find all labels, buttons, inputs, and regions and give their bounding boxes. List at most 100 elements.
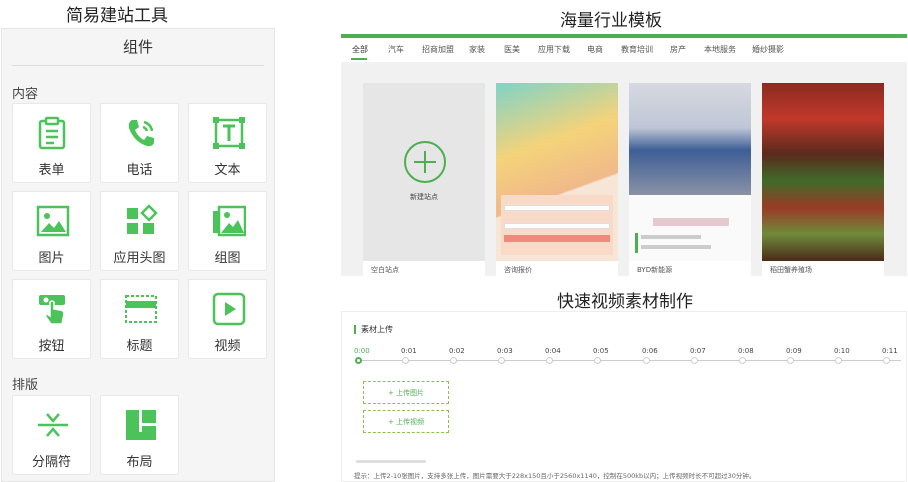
new-site-label: 新建站点 (410, 193, 438, 201)
section-content-label: 内容 (12, 87, 39, 102)
section-layout-label: 排版 (12, 378, 39, 393)
timeline-tick: 0:05 (593, 347, 609, 355)
template-card-byd[interactable]: BYD新能源 (629, 83, 751, 279)
template-card-blank[interactable]: 新建站点 空白站点 (363, 83, 485, 279)
upload-video-button[interactable]: + 上传视频 (363, 410, 449, 433)
clipboard-icon (38, 116, 66, 150)
heading-site-builder: 简易建站工具 (66, 6, 168, 26)
tab-home-decor[interactable]: 家装 (469, 44, 485, 55)
timeline-marker[interactable] (450, 357, 457, 364)
tab-ecommerce[interactable]: 电商 (587, 44, 603, 55)
component-title[interactable]: 标题 (100, 279, 179, 359)
tab-auto[interactable]: 汽车 (388, 44, 404, 55)
video-material-panel: 素材上传 0:00 0:01 0:02 0:03 0:04 0:05 0:06 … (341, 311, 907, 482)
tab-app-download[interactable]: 应用下载 (538, 44, 570, 55)
timeline-tick: 0:11 (882, 347, 898, 355)
gallery-icon (213, 205, 246, 237)
component-app-header[interactable]: 应用头图 (100, 191, 179, 271)
upload-hint-text: 提示：上传2-10张图片，支持多张上传，图片需要大于228x150且小于2560… (354, 472, 756, 480)
title-icon (125, 295, 157, 323)
component-label: 布局 (126, 455, 153, 470)
component-label: 文本 (214, 163, 241, 178)
template-thumbnail (762, 83, 884, 261)
component-layout[interactable]: 布局 (100, 395, 179, 475)
component-label: 标题 (126, 339, 153, 354)
template-thumbnail (496, 83, 618, 261)
active-tab-indicator (351, 58, 367, 60)
component-label: 电话 (126, 163, 153, 178)
blank-template-area[interactable]: 新建站点 (363, 83, 485, 261)
timeline-marker[interactable] (739, 357, 746, 364)
timeline-tick: 0:02 (449, 347, 465, 355)
timeline-tick: 0:06 (642, 347, 658, 355)
layout-icon (126, 410, 156, 440)
component-image[interactable]: 图片 (12, 191, 91, 271)
video-icon (212, 292, 246, 326)
component-button[interactable]: 按钮 (12, 279, 91, 359)
component-label: 组图 (214, 251, 241, 266)
template-gallery: 全部 汽车 招商加盟 家装 医美 应用下载 电商 教育培训 房产 本地服务 婚纱… (341, 34, 907, 279)
timeline-marker[interactable] (691, 357, 698, 364)
plus-circle-icon (404, 141, 446, 183)
timeline-marker[interactable] (787, 357, 794, 364)
tab-local-services[interactable]: 本地服务 (704, 44, 736, 55)
template-caption: 稻田蟹养殖场 (770, 266, 812, 274)
separator-icon (38, 413, 68, 437)
phone-icon (128, 120, 154, 147)
timeline-marker[interactable] (835, 357, 842, 364)
component-phone[interactable]: 电话 (100, 103, 179, 183)
component-label: 应用头图 (113, 251, 166, 266)
tab-wedding-photo[interactable]: 婚纱摄影 (752, 44, 784, 55)
app-grid-icon (127, 204, 158, 234)
component-panel: 组件 内容 表单 电话 文本 图片 应用头图 组图 按钮 标题 视频 排版 分隔… (1, 28, 275, 482)
timeline-track[interactable] (356, 360, 901, 361)
tab-real-estate[interactable]: 房产 (670, 44, 686, 55)
component-separator[interactable]: 分隔符 (12, 395, 91, 475)
material-upload-title: 素材上传 (354, 325, 393, 334)
tab-all[interactable]: 全部 (352, 44, 368, 55)
timeline-tick: 0:00 (354, 347, 370, 355)
component-label: 按钮 (38, 339, 65, 354)
timeline-tick: 0:10 (834, 347, 850, 355)
timeline-marker[interactable] (546, 357, 553, 364)
heading-video: 快速视频素材制作 (557, 292, 693, 312)
upload-image-button[interactable]: + 上传图片 (363, 381, 449, 404)
image-icon (36, 205, 70, 237)
component-label: 分隔符 (31, 455, 71, 470)
template-caption: 咨询报价 (504, 266, 532, 274)
horizontal-scrollbar[interactable] (356, 460, 426, 463)
timeline-marker[interactable] (883, 357, 890, 364)
timeline-marker[interactable] (594, 357, 601, 364)
component-label: 视频 (214, 339, 241, 354)
text-icon (213, 117, 245, 149)
form-preview (501, 195, 613, 255)
timeline-playhead[interactable] (355, 357, 362, 364)
timeline-tick: 0:03 (497, 347, 513, 355)
component-text[interactable]: 文本 (188, 103, 267, 183)
timeline-tick: 0:09 (786, 347, 802, 355)
template-thumbnail (629, 83, 751, 261)
component-panel-title: 组件 (12, 29, 264, 66)
template-card-quote[interactable]: 咨询报价 (496, 83, 618, 279)
timeline-tick: 0:01 (401, 347, 417, 355)
timeline-marker[interactable] (643, 357, 650, 364)
component-form[interactable]: 表单 (12, 103, 91, 183)
component-video[interactable]: 视频 (188, 279, 267, 359)
tab-franchise[interactable]: 招商加盟 (422, 44, 454, 55)
component-label: 图片 (38, 251, 65, 266)
timeline-marker[interactable] (498, 357, 505, 364)
timeline-tick: 0:07 (690, 347, 706, 355)
template-caption: 空白站点 (371, 266, 399, 274)
timeline-marker[interactable] (402, 357, 409, 364)
timeline-tick: 0:04 (545, 347, 561, 355)
component-gallery[interactable]: 组图 (188, 191, 267, 271)
button-tap-icon (39, 295, 65, 325)
tab-education[interactable]: 教育培训 (621, 44, 653, 55)
tab-medical-beauty[interactable]: 医美 (504, 44, 520, 55)
heading-templates: 海量行业模板 (560, 11, 662, 31)
template-caption: BYD新能源 (637, 266, 673, 274)
component-label: 表单 (38, 163, 65, 178)
timeline-tick: 0:08 (738, 347, 754, 355)
template-card-crab-farm[interactable]: 稻田蟹养殖场 (762, 83, 884, 279)
category-tabs: 全部 汽车 招商加盟 家装 医美 应用下载 电商 教育培训 房产 本地服务 婚纱… (341, 38, 907, 62)
